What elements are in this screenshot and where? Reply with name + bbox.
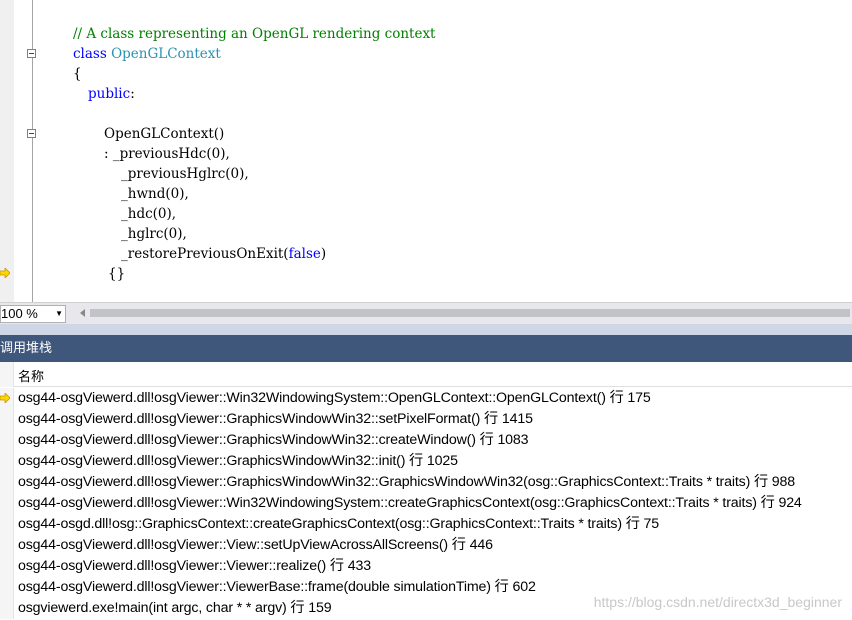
row-gutter (0, 577, 14, 598)
zoom-value: 100 % (1, 306, 38, 321)
code-line[interactable]: OpenGLContext() (104, 124, 224, 144)
frame-label: osg44-osgViewerd.dll!osgViewer::Graphics… (18, 411, 533, 427)
code-token: : (130, 86, 135, 102)
chevron-down-icon[interactable]: ▼ (55, 306, 63, 322)
code-line[interactable]: _restorePreviousOnExit(false) (121, 244, 326, 264)
frame-label: osg44-osgViewerd.dll!osgViewer::Graphics… (18, 453, 458, 469)
call-stack-frame[interactable]: osg44-osgViewerd.dll!osgViewer::Graphics… (0, 430, 852, 451)
code-line[interactable]: // A class representing an OpenGL render… (73, 24, 435, 44)
code-line[interactable]: _previousHglrc(0), (121, 164, 249, 184)
watermark: https://blog.csdn.net/directx3d_beginner (593, 594, 842, 610)
call-stack-titlebar[interactable]: 调用堆栈 (0, 335, 852, 362)
code-line[interactable]: _hdc(0), (121, 204, 176, 224)
call-stack-frame[interactable]: osg44-osgViewerd.dll!osgViewer::Viewer::… (0, 556, 852, 577)
call-stack-frame[interactable]: osg44-osgViewerd.dll!osgViewer::View::se… (0, 535, 852, 556)
code-token: // A class representing an OpenGL render… (73, 26, 436, 42)
frame-label: osg44-osgViewerd.dll!osgViewer::Win32Win… (18, 390, 651, 406)
frame-label: osg44-osgViewerd.dll!osgViewer::Graphics… (18, 474, 796, 490)
frame-label: osgviewerd.exe!main(int argc, char * * a… (18, 600, 332, 616)
call-stack-frame[interactable]: osg44-osgViewerd.dll!osgViewer::Win32Win… (0, 388, 852, 409)
code-token: : _previousHdc(0), (104, 146, 230, 162)
row-gutter (0, 409, 14, 430)
code-line[interactable]: : _previousHdc(0), (104, 144, 230, 164)
header-gutter (0, 362, 14, 387)
code-line[interactable]: _hglrc(0), (121, 224, 187, 244)
row-gutter (0, 598, 14, 619)
call-stack-frame[interactable]: osg44-osgViewerd.dll!osgViewer::Graphics… (0, 451, 852, 472)
code-token: OpenGLContext (111, 46, 221, 62)
row-gutter (0, 493, 14, 514)
code-token: { (73, 66, 82, 82)
outline-guide-line (32, 0, 33, 302)
current-frame-arrow-icon (0, 393, 10, 403)
frame-label: osg44-osgViewerd.dll!osgViewer::View::se… (18, 537, 493, 553)
code-token: false (288, 246, 321, 262)
code-token: _hglrc(0), (121, 226, 187, 242)
collapse-box-icon[interactable] (27, 49, 36, 58)
code-token: OpenGLContext() (104, 126, 225, 142)
scrollbar-thumb[interactable] (90, 309, 850, 317)
code-line[interactable]: class OpenGLContext (73, 44, 221, 64)
code-token: _hwnd(0), (121, 186, 189, 202)
call-stack-frame[interactable]: osg44-osgViewerd.dll!osgViewer::Graphics… (0, 409, 852, 430)
row-gutter (0, 556, 14, 577)
code-line[interactable]: _hwnd(0), (121, 184, 189, 204)
frame-label: osg44-osgViewerd.dll!osgViewer::Viewer::… (18, 558, 371, 574)
collapse-box-icon[interactable] (27, 129, 36, 138)
frame-label: osg44-osgViewerd.dll!osgViewer::ViewerBa… (18, 579, 536, 595)
code-token: ) (320, 246, 327, 262)
code-token: public (88, 86, 131, 102)
code-line[interactable]: {} (108, 264, 125, 284)
code-token: {} (108, 266, 126, 282)
scroll-left-icon[interactable] (80, 309, 85, 317)
row-gutter (0, 451, 14, 472)
code-token: class (73, 46, 112, 62)
editor-status-strip: 100 % ▼ (0, 302, 852, 324)
arrow-right-icon (0, 268, 10, 278)
column-header[interactable]: 名称 (0, 362, 852, 387)
row-gutter (0, 430, 14, 451)
call-stack-frame[interactable]: osg44-osgViewerd.dll!osgViewer::Win32Win… (0, 493, 852, 514)
call-stack-title: 调用堆栈 (0, 341, 53, 356)
call-stack-panel: 调用堆栈 名称 osg44-osgViewerd.dll!osgViewer::… (0, 335, 852, 620)
panel-separator[interactable] (0, 324, 852, 335)
frame-label: osg44-osgd.dll!osg::GraphicsContext::cre… (18, 516, 660, 532)
zoom-dropdown[interactable]: 100 % ▼ (0, 305, 66, 323)
code-token: _restorePreviousOnExit( (121, 246, 289, 262)
row-gutter (0, 514, 14, 535)
code-line[interactable]: { (73, 64, 82, 84)
call-stack-frame[interactable]: osg44-osgd.dll!osg::GraphicsContext::cre… (0, 514, 852, 535)
editor-gutter[interactable] (0, 0, 14, 302)
call-stack-frame[interactable]: osg44-osgViewerd.dll!osgViewer::Graphics… (0, 472, 852, 493)
code-line[interactable]: public: (88, 84, 135, 104)
code-editor[interactable]: // A class representing an OpenGL render… (0, 0, 852, 302)
row-gutter (0, 472, 14, 493)
code-token: _hdc(0), (121, 206, 177, 222)
call-stack-rows: osg44-osgViewerd.dll!osgViewer::Win32Win… (0, 388, 852, 619)
frame-label: osg44-osgViewerd.dll!osgViewer::Win32Win… (18, 495, 802, 511)
column-header-name[interactable]: 名称 (18, 366, 44, 385)
horizontal-scrollbar[interactable] (72, 305, 852, 321)
row-gutter (0, 535, 14, 556)
frame-label: osg44-osgViewerd.dll!osgViewer::Graphics… (18, 432, 529, 448)
code-token: _previousHglrc(0), (121, 166, 249, 182)
